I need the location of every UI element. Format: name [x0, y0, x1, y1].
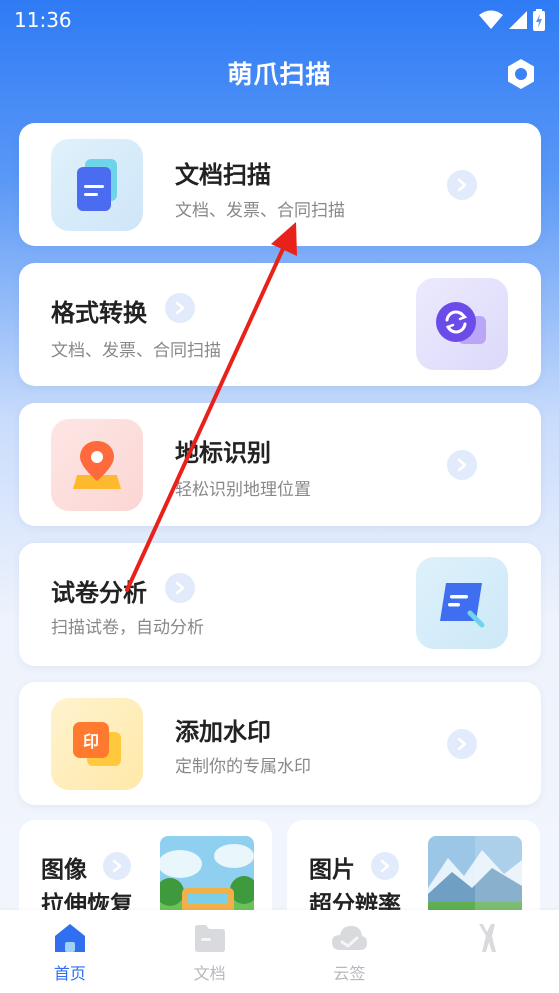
signal-icon [509, 11, 527, 29]
cloud-icon [332, 926, 368, 950]
card-subtitle: 文档、发票、合同扫描 [51, 341, 221, 361]
card-title: 格式转换 [51, 299, 147, 327]
battery-icon [533, 9, 545, 31]
chevron-right-icon[interactable] [165, 293, 195, 323]
card-title: 地标识别 [175, 439, 271, 467]
card-exam-analysis[interactable]: 试卷分析 扫描试卷，自动分析 [19, 543, 541, 666]
tab-label: 首页 [53, 964, 86, 983]
card-add-watermark[interactable]: 印 添加水印 定制你的专属水印 [19, 682, 541, 805]
profile-icon [479, 924, 497, 952]
card-subtitle: 扫描试卷，自动分析 [51, 618, 204, 638]
settings-icon [508, 59, 534, 89]
tab-home[interactable]: 首页 [0, 910, 140, 993]
page-title: 萌爪扫描 [227, 60, 332, 89]
chevron-right-icon[interactable] [447, 170, 477, 200]
chevron-right-icon[interactable] [165, 573, 195, 603]
chevron-right-icon[interactable] [371, 852, 399, 880]
tab-profile[interactable] [419, 910, 559, 993]
card-subtitle: 文档、发票、合同扫描 [175, 201, 345, 221]
status-icons [479, 9, 545, 31]
bottom-tab-bar: 首页 文档 云签 [0, 910, 559, 993]
chevron-right-icon[interactable] [447, 729, 477, 759]
card-subtitle: 定制你的专属水印 [175, 757, 311, 777]
chevron-right-icon[interactable] [447, 450, 477, 480]
card-format-convert[interactable]: 格式转换 文档、发票、合同扫描 [19, 263, 541, 386]
location-pin-icon [51, 419, 143, 511]
tab-label: 文档 [193, 964, 226, 983]
document-scan-icon [51, 139, 143, 231]
chevron-right-icon[interactable] [103, 852, 131, 880]
home-icon [54, 924, 85, 952]
app-header: 萌爪扫描 [0, 48, 559, 98]
format-convert-icon [416, 278, 508, 370]
card-document-scan[interactable]: 文档扫描 文档、发票、合同扫描 [19, 123, 541, 246]
tab-cloud-sign[interactable]: 云签 [280, 910, 420, 993]
card-subtitle: 轻松识别地理位置 [175, 480, 311, 500]
status-time: 11:36 [14, 8, 72, 32]
folder-icon [194, 925, 225, 952]
status-bar: 11:36 [0, 0, 559, 40]
svg-text:印: 印 [83, 732, 99, 751]
card-title: 文档扫描 [175, 161, 271, 189]
card-title: 添加水印 [175, 718, 271, 746]
tab-documents[interactable]: 文档 [140, 910, 280, 993]
watermark-stamp-icon: 印 [51, 698, 143, 790]
tab-label: 云签 [333, 964, 366, 983]
exam-scroll-icon [416, 557, 508, 649]
card-title-line1: 图片 [309, 857, 355, 883]
card-landmark-recognition[interactable]: 地标识别 轻松识别地理位置 [19, 403, 541, 526]
card-title: 试卷分析 [51, 579, 147, 607]
card-title-line1: 图像 [41, 857, 87, 883]
wifi-icon [479, 10, 503, 29]
settings-button[interactable] [503, 56, 539, 92]
